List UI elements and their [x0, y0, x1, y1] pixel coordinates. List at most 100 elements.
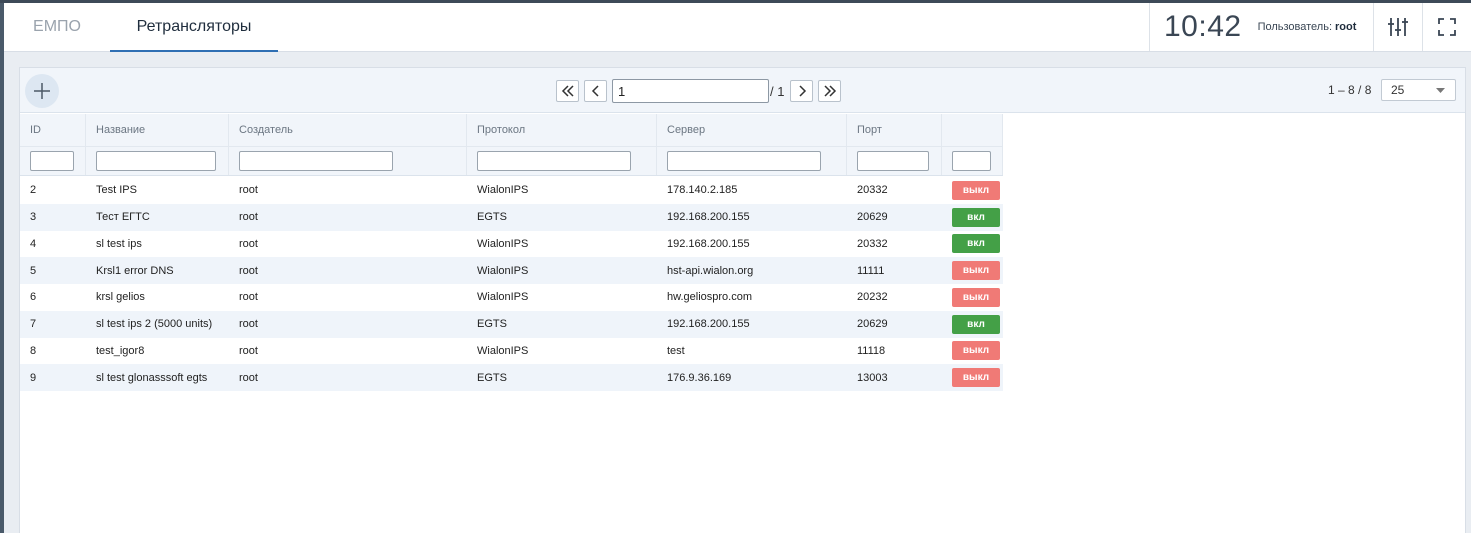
cell-protocol: WialonIPS [477, 264, 529, 277]
cell-protocol: WialonIPS [477, 291, 529, 304]
cell-protocol: WialonIPS [477, 184, 529, 197]
per-page-select[interactable]: 25 [1381, 79, 1456, 101]
table-toolbar: / 1 1 – 8 / 8 25 [20, 68, 1465, 113]
state-toggle-badge[interactable]: выкл [952, 287, 1000, 307]
column-header-protocol[interactable]: Протокол [467, 114, 657, 146]
filter-cell-port [847, 147, 942, 175]
table-row[interactable]: 4 sl test ips root WialonIPS 192.168.200… [20, 231, 1003, 258]
cell-state: вкл [942, 314, 1003, 334]
cell-creator: root [239, 318, 258, 331]
table-row[interactable]: 6 krsl gelios root WialonIPS hw.geliospr… [20, 284, 1003, 311]
table-header: ID Название Создатель Протокол Сервер По… [20, 114, 1003, 176]
last-page-button[interactable] [818, 80, 842, 102]
page-number-input[interactable] [612, 79, 769, 103]
settings-button[interactable] [1373, 3, 1422, 51]
chevron-right-icon [799, 85, 807, 97]
fullscreen-button[interactable] [1422, 3, 1471, 51]
user-label: Пользователь: [1257, 21, 1333, 33]
filter-port-input[interactable] [857, 151, 929, 171]
cell-id: 4 [30, 237, 37, 250]
pagination: / 1 [556, 79, 846, 103]
filter-cell-protocol [467, 147, 657, 175]
cell-protocol: EGTS [477, 211, 507, 224]
cell-state: выкл [942, 341, 1003, 361]
cell-protocol: WialonIPS [477, 237, 529, 250]
filter-id-input[interactable] [30, 151, 74, 171]
column-header-id[interactable]: ID [20, 114, 86, 146]
cell-state: выкл [942, 261, 1003, 281]
table-row[interactable]: 3 Тест ЕГТС root EGTS 192.168.200.155 20… [20, 203, 1003, 231]
cell-state: вкл [942, 207, 1003, 227]
cell-port: 20232 [857, 291, 888, 304]
cell-creator: root [239, 344, 258, 357]
filter-name-input[interactable] [96, 151, 216, 171]
cell-server: 176.9.36.169 [667, 371, 732, 384]
user-name: root [1335, 21, 1357, 33]
filter-server-input[interactable] [667, 151, 821, 171]
table-row[interactable]: 9 sl test glonasssoft egts root EGTS 176… [20, 364, 1003, 391]
cell-name: Krsl1 error DNS [96, 264, 174, 277]
cell-port: 13003 [857, 371, 888, 384]
cell-protocol: EGTS [477, 318, 507, 331]
cell-server: hst-api.wialon.org [667, 264, 754, 277]
cell-id: 9 [30, 371, 37, 384]
filter-state-input[interactable] [952, 151, 991, 171]
state-toggle-badge[interactable]: вкл [952, 234, 1000, 254]
cell-name: Test IPS [96, 184, 137, 197]
cell-port: 20629 [857, 211, 888, 224]
column-header-state [942, 114, 1003, 146]
filter-protocol-input[interactable] [477, 151, 631, 171]
cell-name: sl test glonasssoft egts [96, 371, 208, 384]
state-toggle-badge[interactable]: выкл [952, 341, 1000, 361]
column-header-creator[interactable]: Создатель [229, 114, 467, 146]
cell-name: sl test ips [96, 237, 142, 250]
cell-name: sl test ips 2 (5000 units) [96, 318, 213, 331]
state-toggle-badge[interactable]: вкл [952, 314, 1000, 334]
table-row[interactable]: 2 Test IPS root WialonIPS 178.140.2.185 … [20, 177, 1003, 204]
cell-creator: root [239, 184, 258, 197]
first-page-button[interactable] [556, 80, 579, 102]
column-header-server[interactable]: Сервер [657, 114, 847, 146]
next-page-button[interactable] [790, 80, 814, 102]
page-total: / 1 [770, 83, 785, 99]
fullscreen-icon [1438, 18, 1456, 36]
cell-port: 20332 [857, 237, 888, 250]
filter-cell-name [86, 147, 229, 175]
column-header-port[interactable]: Порт [847, 114, 942, 146]
add-relay-button[interactable] [25, 74, 59, 108]
prev-page-button[interactable] [584, 80, 607, 102]
records-range: 1 – 8 / 8 [1328, 83, 1372, 97]
state-toggle-badge[interactable]: выкл [952, 368, 1000, 388]
cell-name: test_igor8 [96, 344, 145, 357]
cell-id: 7 [30, 318, 37, 331]
cell-state: выкл [942, 180, 1003, 200]
cell-server: 192.168.200.155 [667, 237, 750, 250]
double-chevron-right-icon [824, 85, 837, 97]
chevron-left-icon [591, 85, 599, 97]
filter-creator-input[interactable] [239, 151, 393, 171]
state-toggle-badge[interactable]: выкл [952, 261, 1000, 281]
tab-empo[interactable]: ЕМПО [4, 3, 110, 51]
state-toggle-badge[interactable]: выкл [952, 180, 1000, 200]
cell-state: выкл [942, 287, 1003, 307]
table-row[interactable]: 8 test_igor8 root WialonIPS test 11118 в… [20, 338, 1003, 365]
app-header: ЕМПО Ретрансляторы 10:42 Пользователь: r… [4, 3, 1471, 52]
cell-id: 3 [30, 211, 37, 224]
cell-creator: root [239, 291, 258, 304]
window-left-edge [0, 0, 4, 533]
cell-protocol: WialonIPS [477, 344, 529, 357]
plus-icon [34, 83, 50, 99]
sliders-icon [1388, 18, 1408, 36]
state-toggle-badge[interactable]: вкл [952, 207, 1000, 227]
table-row[interactable]: 5 Krsl1 error DNS root WialonIPS hst-api… [20, 257, 1003, 284]
tab-relays[interactable]: Ретрансляторы [110, 3, 278, 52]
cell-server: test [667, 344, 685, 357]
table-row[interactable]: 7 sl test ips 2 (5000 units) root EGTS 1… [20, 310, 1003, 338]
cell-server: 178.140.2.185 [667, 184, 738, 197]
relays-panel: / 1 1 – 8 / 8 25 ID Название Создат [19, 67, 1466, 533]
header-spacer [278, 3, 1149, 51]
cell-port: 11118 [857, 344, 886, 357]
cell-creator: root [239, 211, 258, 224]
cell-creator: root [239, 264, 258, 277]
column-header-name[interactable]: Название [86, 114, 229, 146]
